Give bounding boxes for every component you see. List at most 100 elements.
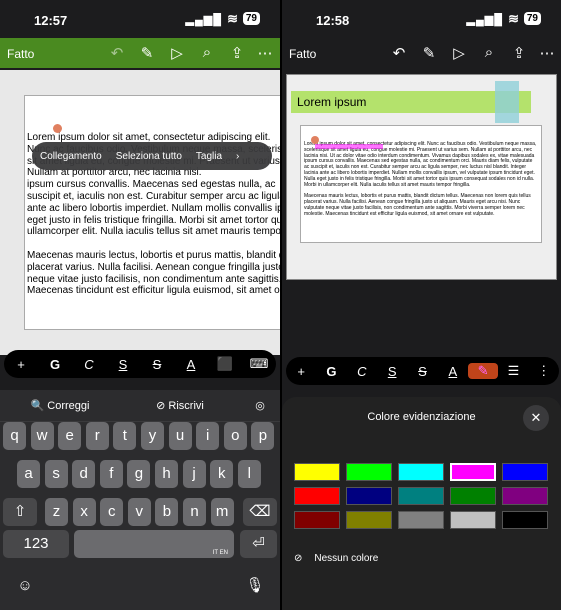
key-n[interactable]: n [183, 498, 206, 526]
keyboard-icon[interactable]: ⌨ [242, 356, 276, 372]
selection-handle[interactable] [311, 136, 319, 144]
menu-select-all[interactable]: Seleziona tutto [116, 151, 182, 162]
key-a[interactable]: a [17, 460, 40, 488]
key-m[interactable]: m [210, 498, 234, 526]
color-swatch[interactable] [502, 487, 548, 505]
color-swatch[interactable] [346, 463, 392, 481]
close-icon[interactable]: ✕ [523, 405, 549, 431]
document-page[interactable]: Lorem ipsum dolor sit amet, consectetur … [24, 95, 280, 330]
strikethrough-button[interactable]: S [140, 357, 174, 372]
underline-button[interactable]: S [377, 364, 407, 379]
menu-link[interactable]: Collegamento [40, 151, 102, 162]
color-swatch[interactable] [398, 463, 444, 481]
key-o[interactable]: o [223, 422, 247, 450]
play-icon[interactable]: ▷ [450, 44, 468, 62]
emoji-key[interactable]: ☺ [10, 572, 40, 600]
key-k[interactable]: k [210, 460, 234, 488]
correct-button[interactable]: 🔍 Correggi [0, 399, 120, 412]
color-swatch[interactable] [294, 463, 340, 481]
italic-button[interactable]: C [72, 357, 106, 372]
right-screen: 12:58 ▂▄▆█ ≋ 79 Fatto ↶ ✎ ▷ ⌕ ⇪ ⋯ Lorem … [282, 0, 561, 610]
key-w[interactable]: w [30, 422, 54, 450]
italic-button[interactable]: C [347, 364, 377, 379]
sticky-note[interactable] [495, 81, 519, 123]
color-swatch[interactable] [502, 463, 548, 481]
key-h[interactable]: h [155, 460, 178, 488]
color-swatch[interactable] [294, 487, 340, 505]
mic-key[interactable]: 🎙 [240, 572, 270, 600]
key-i[interactable]: i [196, 422, 220, 450]
undo-icon[interactable]: ↶ [390, 44, 408, 62]
undo-icon[interactable]: ↶ [108, 44, 126, 62]
key-q[interactable]: q [3, 422, 26, 450]
no-color-option[interactable]: ⊘ Nessun colore [294, 553, 378, 564]
document-canvas[interactable]: Lorem ipsum Lorem ipsum dolor sit amet, … [286, 74, 557, 280]
key-r[interactable]: r [85, 422, 109, 450]
selection-handle[interactable] [53, 124, 62, 133]
highlighted-selection[interactable] [315, 144, 383, 149]
key-l[interactable]: l [237, 460, 261, 488]
backspace-key[interactable]: ⌫ [243, 498, 277, 526]
menu-cut[interactable]: Taglia [196, 151, 222, 162]
return-key[interactable]: ⏎ [240, 530, 277, 558]
key-c[interactable]: c [100, 498, 124, 526]
bold-button[interactable]: G [316, 364, 346, 379]
color-swatch[interactable] [346, 511, 392, 529]
numbers-key[interactable]: 123 [3, 530, 69, 558]
menu-more-icon[interactable]: › [236, 151, 239, 162]
more-icon[interactable]: ⋯ [256, 44, 274, 62]
strikethrough-button[interactable]: S [407, 364, 437, 379]
more-icon[interactable]: ⋯ [538, 44, 556, 62]
rewrite-button[interactable]: ⊘ Riscrivi [120, 399, 240, 412]
color-swatch[interactable] [502, 511, 548, 529]
font-color-icon[interactable]: A [174, 357, 208, 372]
document-page[interactable]: Lorem ipsum dolor sit amet, consectetur … [300, 125, 542, 243]
highlight-icon[interactable]: ⬛ [208, 356, 242, 372]
color-swatch[interactable] [294, 511, 340, 529]
document-canvas[interactable]: Lorem ipsum dolor sit amet, consectetur … [0, 70, 280, 355]
key-e[interactable]: e [58, 422, 82, 450]
key-u[interactable]: u [168, 422, 192, 450]
share-icon[interactable]: ⇪ [510, 44, 528, 62]
key-g[interactable]: g [127, 460, 151, 488]
key-f[interactable]: f [99, 460, 123, 488]
key-v[interactable]: v [127, 498, 151, 526]
done-button[interactable]: Fatto [289, 47, 316, 61]
highlight-icon[interactable]: ✎ [467, 363, 499, 379]
signal-icon: ▂▄▆█ [466, 14, 503, 26]
font-color-icon[interactable]: A [438, 364, 468, 379]
shift-key[interactable]: ⇧ [3, 498, 37, 526]
search-icon[interactable]: ⌕ [480, 44, 498, 61]
underline-button[interactable]: S [106, 357, 140, 372]
bold-button[interactable]: G [38, 357, 72, 372]
add-icon[interactable]: + [4, 357, 38, 372]
color-swatch[interactable] [398, 511, 444, 529]
key-s[interactable]: s [44, 460, 68, 488]
color-swatch[interactable] [398, 487, 444, 505]
key-b[interactable]: b [155, 498, 179, 526]
done-button[interactable]: Fatto [7, 47, 34, 61]
key-x[interactable]: x [72, 498, 96, 526]
color-swatch[interactable] [450, 511, 496, 529]
more-format-icon[interactable]: ⋮ [529, 363, 559, 379]
key-t[interactable]: t [113, 422, 137, 450]
key-y[interactable]: y [141, 422, 164, 450]
key-p[interactable]: p [251, 422, 275, 450]
list-icon[interactable]: ☰ [498, 363, 528, 379]
space-key[interactable]: IT EN [74, 530, 234, 558]
search-icon[interactable]: ⌕ [198, 44, 216, 61]
play-icon[interactable]: ▷ [168, 44, 186, 62]
pen-icon[interactable]: ✎ [138, 44, 156, 62]
key-z[interactable]: z [45, 498, 68, 526]
color-swatch[interactable] [450, 463, 496, 481]
key-j[interactable]: j [182, 460, 206, 488]
key-d[interactable]: d [72, 460, 96, 488]
color-swatch[interactable] [346, 487, 392, 505]
color-swatch[interactable] [450, 487, 496, 505]
no-color-icon: ⊘ [294, 553, 303, 564]
share-icon[interactable]: ⇪ [228, 44, 246, 62]
pen-icon[interactable]: ✎ [420, 44, 438, 62]
ai-icon[interactable]: ◎ [240, 399, 280, 412]
add-icon[interactable]: + [286, 364, 316, 379]
panel-title: Colore evidenziazione [367, 411, 476, 423]
